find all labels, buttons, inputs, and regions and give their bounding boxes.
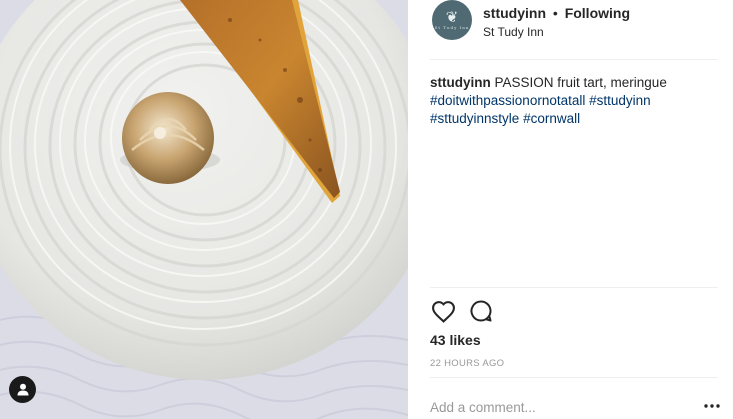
divider <box>430 287 718 288</box>
more-options-button[interactable] <box>702 398 722 414</box>
logo-mark-icon: ❦ <box>445 9 459 26</box>
location-link[interactable]: St Tudy Inn <box>483 25 544 39</box>
comment-button[interactable] <box>468 298 494 324</box>
caption: sttudyinn PASSION fruit tart, meringue #… <box>430 74 710 128</box>
avatar[interactable]: ❦ St Tudy Inn <box>432 0 472 40</box>
username-link[interactable]: sttudyinn <box>483 5 546 21</box>
avatar-wordmark: St Tudy Inn <box>434 25 470 30</box>
heart-icon <box>431 300 455 323</box>
separator-dot: • <box>552 5 558 21</box>
hashtag-link[interactable]: #cornwall <box>523 111 580 126</box>
post-image[interactable] <box>0 0 408 419</box>
divider <box>430 377 718 378</box>
hashtag-link[interactable]: #sttudyinn <box>589 93 651 108</box>
hashtag-link[interactable]: #sttudyinnstyle <box>430 111 519 126</box>
likes-count[interactable]: 43 likes <box>430 332 481 348</box>
divider <box>430 59 718 60</box>
hashtag-link[interactable]: #doitwithpassionornotatall <box>430 93 585 108</box>
username-line: sttudyinn • Following <box>483 5 630 21</box>
post-side-panel: ❦ St Tudy Inn sttudyinn • Following St T… <box>408 0 733 419</box>
post-header: ❦ St Tudy Inn sttudyinn • Following St T… <box>408 0 733 60</box>
caption-text: PASSION fruit tart, meringue <box>494 75 667 90</box>
caption-username[interactable]: sttudyinn <box>430 75 491 90</box>
post-photo <box>0 0 408 419</box>
user-icon <box>17 383 28 396</box>
ellipsis-icon <box>704 404 720 408</box>
post-timestamp: 22 HOURS AGO <box>430 358 505 369</box>
like-button[interactable] <box>430 298 456 324</box>
following-button[interactable]: Following <box>565 5 630 21</box>
speech-bubble-icon <box>470 300 492 322</box>
tagged-user-button[interactable] <box>9 376 36 403</box>
action-bar <box>430 297 494 325</box>
comment-input[interactable] <box>430 396 690 418</box>
